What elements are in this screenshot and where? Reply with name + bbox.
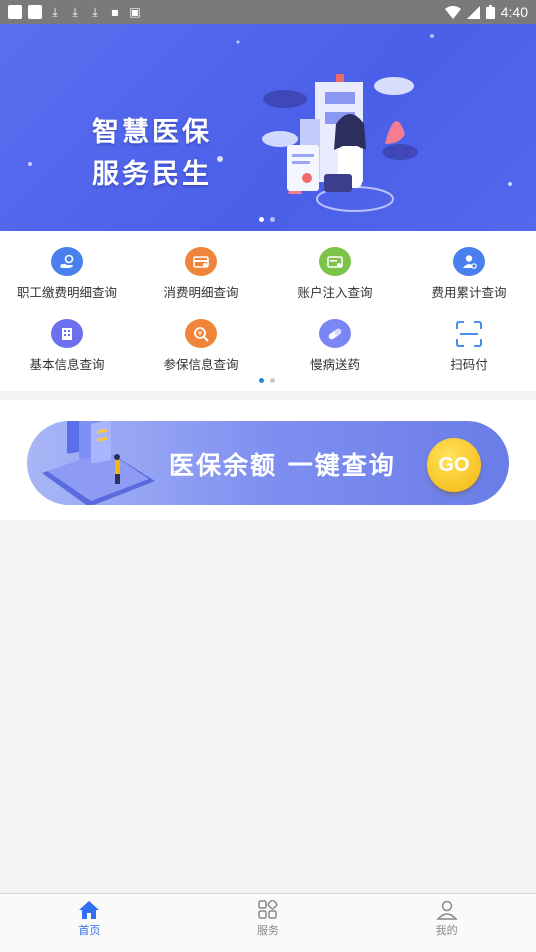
sd-card-icon: ▪ xyxy=(110,5,120,19)
banner-page-indicator xyxy=(259,217,275,222)
page-dot xyxy=(259,378,264,383)
person-stats-icon xyxy=(453,247,485,276)
font-icon: ▣ xyxy=(129,5,141,19)
balance-query-banner[interactable]: 医保余额 一键查询 GO xyxy=(27,421,509,505)
phone-illustration xyxy=(42,421,155,505)
home-icon xyxy=(79,901,100,919)
grid-page-indicator xyxy=(259,378,275,383)
pill-icon xyxy=(319,319,351,348)
tab-mine[interactable]: 我的 xyxy=(357,894,536,952)
download-icon: ⤓ xyxy=(72,5,78,19)
grid-item-scan-pay[interactable]: 扫码付 xyxy=(402,319,536,373)
card-receipt-icon xyxy=(185,247,217,276)
grid-item-label: 费用累计查询 xyxy=(431,285,507,300)
wifi-icon xyxy=(444,5,461,19)
battery-icon xyxy=(485,5,495,19)
grid-item-label: 消费明细查询 xyxy=(163,285,239,300)
banner-title-line1: 智慧医保 xyxy=(92,117,212,148)
banner-title-line2: 服务民生 xyxy=(92,159,212,190)
grid-item-label: 扫码付 xyxy=(450,357,488,372)
status-bar: ⤓ ⤓ ⤓ ▪ ▣ 4:40 xyxy=(0,0,536,24)
signal-icon xyxy=(466,5,480,19)
grid-item-basic-info[interactable]: 基本信息查询 xyxy=(0,319,134,373)
scan-icon xyxy=(453,319,485,348)
balance-query-card: 医保余额 一键查询 GO xyxy=(0,400,536,520)
svg-text:¥: ¥ xyxy=(198,329,203,337)
grid-item-account-injection[interactable]: 账户注入查询 xyxy=(268,247,402,301)
grid-item-cumulative-cost[interactable]: 费用累计查询 xyxy=(402,247,536,301)
page-dot xyxy=(259,217,264,222)
grid-item-label: 基本信息查询 xyxy=(29,357,105,372)
tab-label: 服务 xyxy=(257,924,279,937)
page-dot xyxy=(270,217,275,222)
tab-services[interactable]: 服务 xyxy=(179,894,358,952)
grid-item-label: 慢病送药 xyxy=(309,357,360,372)
notification-icon xyxy=(28,5,42,19)
search-yuan-icon: ¥ xyxy=(185,319,217,348)
go-button[interactable]: GO xyxy=(427,438,481,492)
grid-item-label: 账户注入查询 xyxy=(297,285,373,300)
apps-grid-icon xyxy=(258,900,278,919)
notification-icon xyxy=(8,5,22,19)
clock: 4:40 xyxy=(500,4,528,20)
building-icon xyxy=(51,319,83,348)
download-icon: ⤓ xyxy=(92,5,98,19)
balance-query-text: 医保余额 一键查询 xyxy=(169,451,396,480)
account-card-icon xyxy=(319,247,351,276)
banner-illustration xyxy=(28,34,512,212)
grid-item-chronic-medicine[interactable]: 慢病送药 xyxy=(268,319,402,373)
service-grid: 职工缴费明细查询 消费明细查询 账户注入查询 费用累计查询 基本信息查询 ¥ 参… xyxy=(0,247,536,373)
page-dot xyxy=(270,378,275,383)
hand-coin-icon xyxy=(51,247,83,276)
person-icon xyxy=(435,900,458,920)
tab-label: 我的 xyxy=(435,924,458,937)
bottom-tab-bar: 首页 服务 我的 xyxy=(0,893,536,952)
tab-home[interactable]: 首页 xyxy=(0,894,179,952)
service-grid-card: 职工缴费明细查询 消费明细查询 账户注入查询 费用累计查询 基本信息查询 ¥ 参… xyxy=(0,231,536,391)
hero-banner[interactable]: 智慧医保 服务民生 xyxy=(0,24,536,231)
grid-item-label: 参保信息查询 xyxy=(163,357,239,372)
grid-item-consumption-detail[interactable]: 消费明细查询 xyxy=(134,247,268,301)
grid-item-insurance-info[interactable]: ¥ 参保信息查询 xyxy=(134,319,268,373)
grid-item-label: 职工缴费明细查询 xyxy=(16,285,117,300)
grid-item-contribution-detail[interactable]: 职工缴费明细查询 xyxy=(0,247,134,301)
download-icon: ⤓ xyxy=(52,5,58,19)
tab-label: 首页 xyxy=(78,924,101,937)
